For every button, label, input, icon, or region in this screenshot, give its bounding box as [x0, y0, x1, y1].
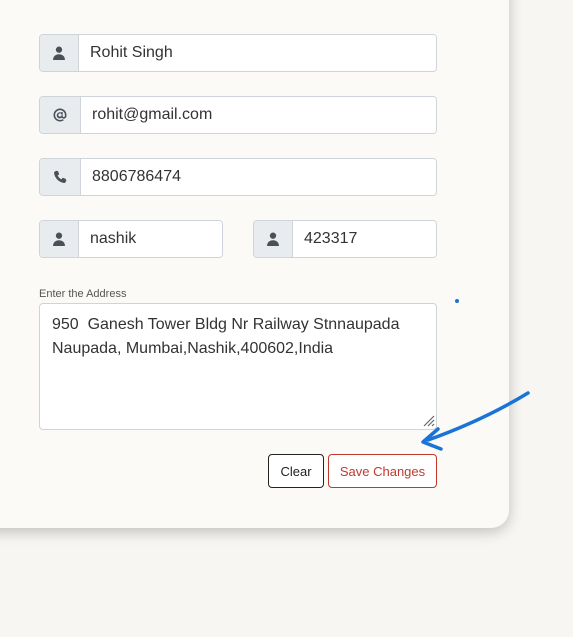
phone-input[interactable] [81, 159, 436, 195]
clear-button[interactable]: Clear [268, 454, 324, 488]
email-input[interactable] [81, 97, 436, 133]
pincode-input-group [253, 220, 437, 258]
annotation-dot [455, 299, 459, 303]
annotation-arrow-icon [421, 391, 530, 451]
user-icon [254, 221, 293, 257]
at-icon [40, 97, 81, 133]
email-input-group [39, 96, 437, 134]
name-input-group [39, 34, 437, 72]
city-input[interactable] [79, 221, 222, 257]
pincode-input[interactable] [293, 221, 436, 257]
phone-icon [40, 159, 81, 195]
city-input-group [39, 220, 223, 258]
name-input[interactable] [79, 35, 436, 71]
address-textarea[interactable]: 950 Ganesh Tower Bldg Nr Railway Stnnaup… [39, 303, 437, 430]
user-icon [40, 35, 79, 71]
address-label: Enter the Address [39, 288, 127, 300]
user-icon [40, 221, 79, 257]
phone-input-group [39, 158, 437, 196]
